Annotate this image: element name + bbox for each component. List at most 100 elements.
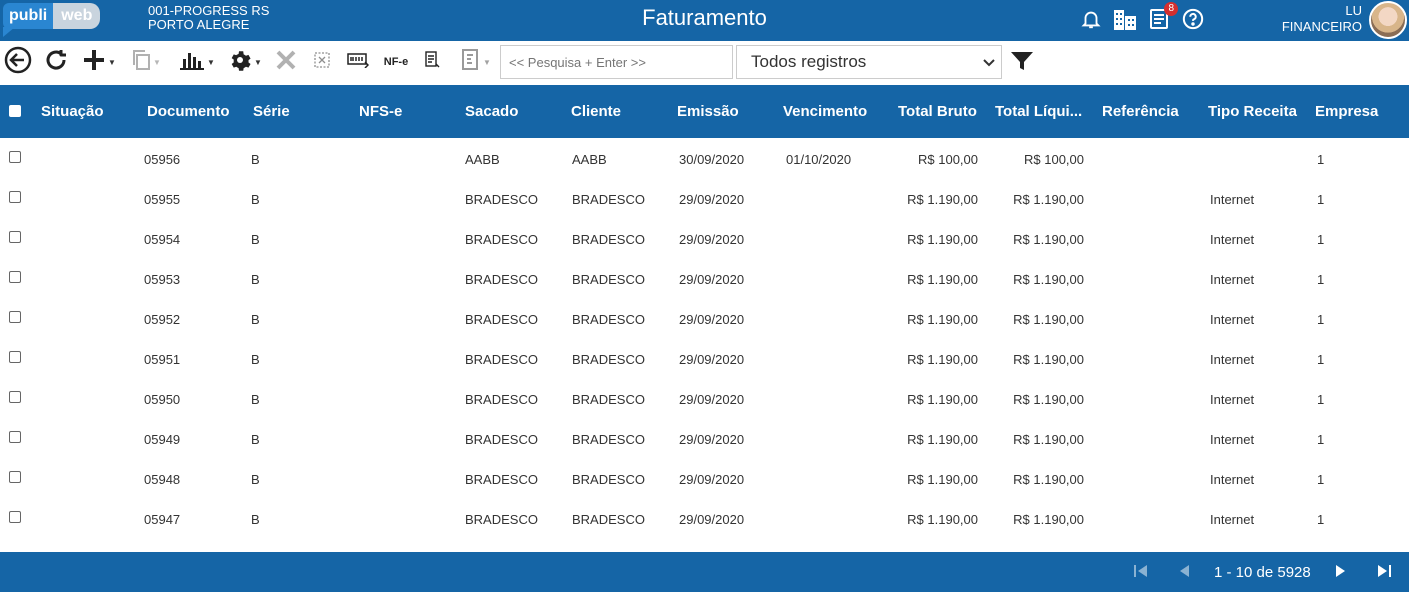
table-row[interactable]: 05954 B BRADESCO BRADESCO 29/09/2020 R$ … <box>0 218 1409 258</box>
cell-documento: 05951 <box>144 352 181 367</box>
cell-serie: B <box>251 472 260 487</box>
delete-button[interactable] <box>272 47 300 77</box>
row-checkbox[interactable] <box>9 191 21 203</box>
table-row[interactable]: 05956 B AABB AABB 30/09/2020 01/10/2020 … <box>0 138 1409 178</box>
cell-documento: 05948 <box>144 472 181 487</box>
row-checkbox[interactable] <box>9 431 21 443</box>
column-header-emissao[interactable]: Emissão <box>677 103 739 120</box>
cell-total-bruto: R$ 100,00 <box>918 152 978 167</box>
first-page-button[interactable] <box>1132 564 1150 582</box>
buildings-icon[interactable] <box>1112 6 1138 32</box>
table-row[interactable]: 05949 B BRADESCO BRADESCO 29/09/2020 R$ … <box>0 418 1409 458</box>
cell-emissao: 29/09/2020 <box>679 512 745 527</box>
records-filter-select[interactable]: Todos registros <box>736 45 1002 79</box>
row-checkbox[interactable] <box>9 231 21 243</box>
cell-documento: 05955 <box>144 192 181 207</box>
cell-total-bruto: R$ 1.190,00 <box>907 392 978 407</box>
boleto-button[interactable] <box>345 47 371 77</box>
column-header-serie[interactable]: Série <box>253 103 290 120</box>
cell-cliente: BRADESCO <box>572 472 645 487</box>
table-row[interactable]: 05952 B BRADESCO BRADESCO 29/09/2020 R$ … <box>0 298 1409 338</box>
column-header-cliente[interactable]: Cliente <box>571 103 621 120</box>
filter-button[interactable] <box>1010 51 1034 76</box>
cell-sacado: BRADESCO <box>465 392 538 407</box>
cell-serie: B <box>251 312 260 327</box>
pagination-range: 1 - 10 de 5928 <box>1214 564 1311 581</box>
settings-button[interactable]: ▼ <box>225 47 265 77</box>
bell-icon[interactable] <box>1078 6 1104 32</box>
column-header-total-liquido[interactable]: Total Líqui... <box>995 103 1082 120</box>
reports-button[interactable]: ▼ <box>177 47 217 77</box>
column-header-situacao[interactable]: Situação <box>41 103 104 120</box>
user-name: LU <box>1345 3 1362 18</box>
refresh-icon <box>43 47 69 78</box>
cell-total-bruto: R$ 1.190,00 <box>907 352 978 367</box>
row-checkbox[interactable] <box>9 311 21 323</box>
report-menu-button[interactable]: ▼ <box>456 47 496 77</box>
add-button[interactable]: ▼ <box>80 47 118 77</box>
column-header-tipo-receita[interactable]: Tipo Receita <box>1208 103 1297 120</box>
prev-page-icon <box>1178 564 1190 583</box>
cell-sacado: BRADESCO <box>465 472 538 487</box>
last-page-button[interactable] <box>1375 564 1393 582</box>
prev-page-button[interactable] <box>1175 564 1193 582</box>
table-row[interactable]: 05950 B BRADESCO BRADESCO 29/09/2020 R$ … <box>0 378 1409 418</box>
column-header-vencimento[interactable]: Vencimento <box>783 103 867 120</box>
row-checkbox[interactable] <box>9 351 21 363</box>
column-header-referencia[interactable]: Referência <box>1102 103 1179 120</box>
cell-sacado: BRADESCO <box>465 232 538 247</box>
cell-emissao: 29/09/2020 <box>679 432 745 447</box>
cell-total-bruto: R$ 1.190,00 <box>907 472 978 487</box>
row-checkbox[interactable] <box>9 151 21 163</box>
user-info[interactable]: LU FINANCEIRO <box>1282 3 1362 35</box>
cell-documento: 05950 <box>144 392 181 407</box>
cell-cliente: BRADESCO <box>572 312 645 327</box>
document-icon[interactable]: 8 <box>1146 2 1178 32</box>
chevron-down-icon: ▼ <box>207 57 215 67</box>
select-all-checkbox[interactable] <box>9 105 21 117</box>
next-page-button[interactable] <box>1332 564 1350 582</box>
records-filter-value: Todos registros <box>751 52 867 71</box>
column-header-nfse[interactable]: NFS-e <box>359 103 402 120</box>
back-button[interactable] <box>3 46 33 77</box>
next-page-icon <box>1335 564 1347 583</box>
cell-tipo-receita: Internet <box>1210 272 1255 287</box>
xml-button[interactable] <box>421 47 443 77</box>
cell-sacado: BRADESCO <box>465 432 538 447</box>
cancel-doc-button[interactable] <box>310 47 334 77</box>
chevron-down-icon: ▼ <box>483 57 491 67</box>
column-header-total-bruto[interactable]: Total Bruto <box>898 103 977 120</box>
table-row[interactable]: 05948 B BRADESCO BRADESCO 29/09/2020 R$ … <box>0 458 1409 498</box>
row-checkbox[interactable] <box>9 271 21 283</box>
table-row[interactable]: 05951 B BRADESCO BRADESCO 29/09/2020 R$ … <box>0 338 1409 378</box>
cell-documento: 05947 <box>144 512 181 527</box>
cell-emissao: 29/09/2020 <box>679 192 745 207</box>
table-row[interactable]: 05953 B BRADESCO BRADESCO 29/09/2020 R$ … <box>0 258 1409 298</box>
header-icons: 8 <box>1078 2 1206 32</box>
cell-sacado: BRADESCO <box>465 272 538 287</box>
row-checkbox[interactable] <box>9 511 21 523</box>
table-row[interactable]: 05947 B BRADESCO BRADESCO 29/09/2020 R$ … <box>0 498 1409 538</box>
avatar[interactable] <box>1369 1 1407 39</box>
column-header-documento[interactable]: Documento <box>147 103 230 120</box>
column-header-sacado[interactable]: Sacado <box>465 103 518 120</box>
row-checkbox[interactable] <box>9 391 21 403</box>
row-checkbox[interactable] <box>9 471 21 483</box>
cell-cliente: BRADESCO <box>572 272 645 287</box>
copy-button[interactable]: ▼ <box>129 47 163 77</box>
cell-documento: 05956 <box>144 152 181 167</box>
user-role: FINANCEIRO <box>1281 19 1362 34</box>
refresh-button[interactable] <box>42 47 70 77</box>
publiweb-logo[interactable]: publi web <box>3 3 101 37</box>
table-row[interactable]: 05955 B BRADESCO BRADESCO 29/09/2020 R$ … <box>0 178 1409 218</box>
cell-cliente: BRADESCO <box>572 192 645 207</box>
column-header-empresa[interactable]: Empresa <box>1315 103 1378 120</box>
cell-vencimento: 01/10/2020 <box>786 152 852 167</box>
cell-total-bruto: R$ 1.190,00 <box>907 232 978 247</box>
cell-emissao: 30/09/2020 <box>679 152 745 167</box>
cell-empresa: 1 <box>1317 352 1325 367</box>
nfe-button[interactable]: NF-e <box>381 47 411 77</box>
search-input[interactable] <box>500 45 733 79</box>
help-icon[interactable] <box>1180 6 1206 32</box>
notifications-badge: 8 <box>1164 2 1178 16</box>
